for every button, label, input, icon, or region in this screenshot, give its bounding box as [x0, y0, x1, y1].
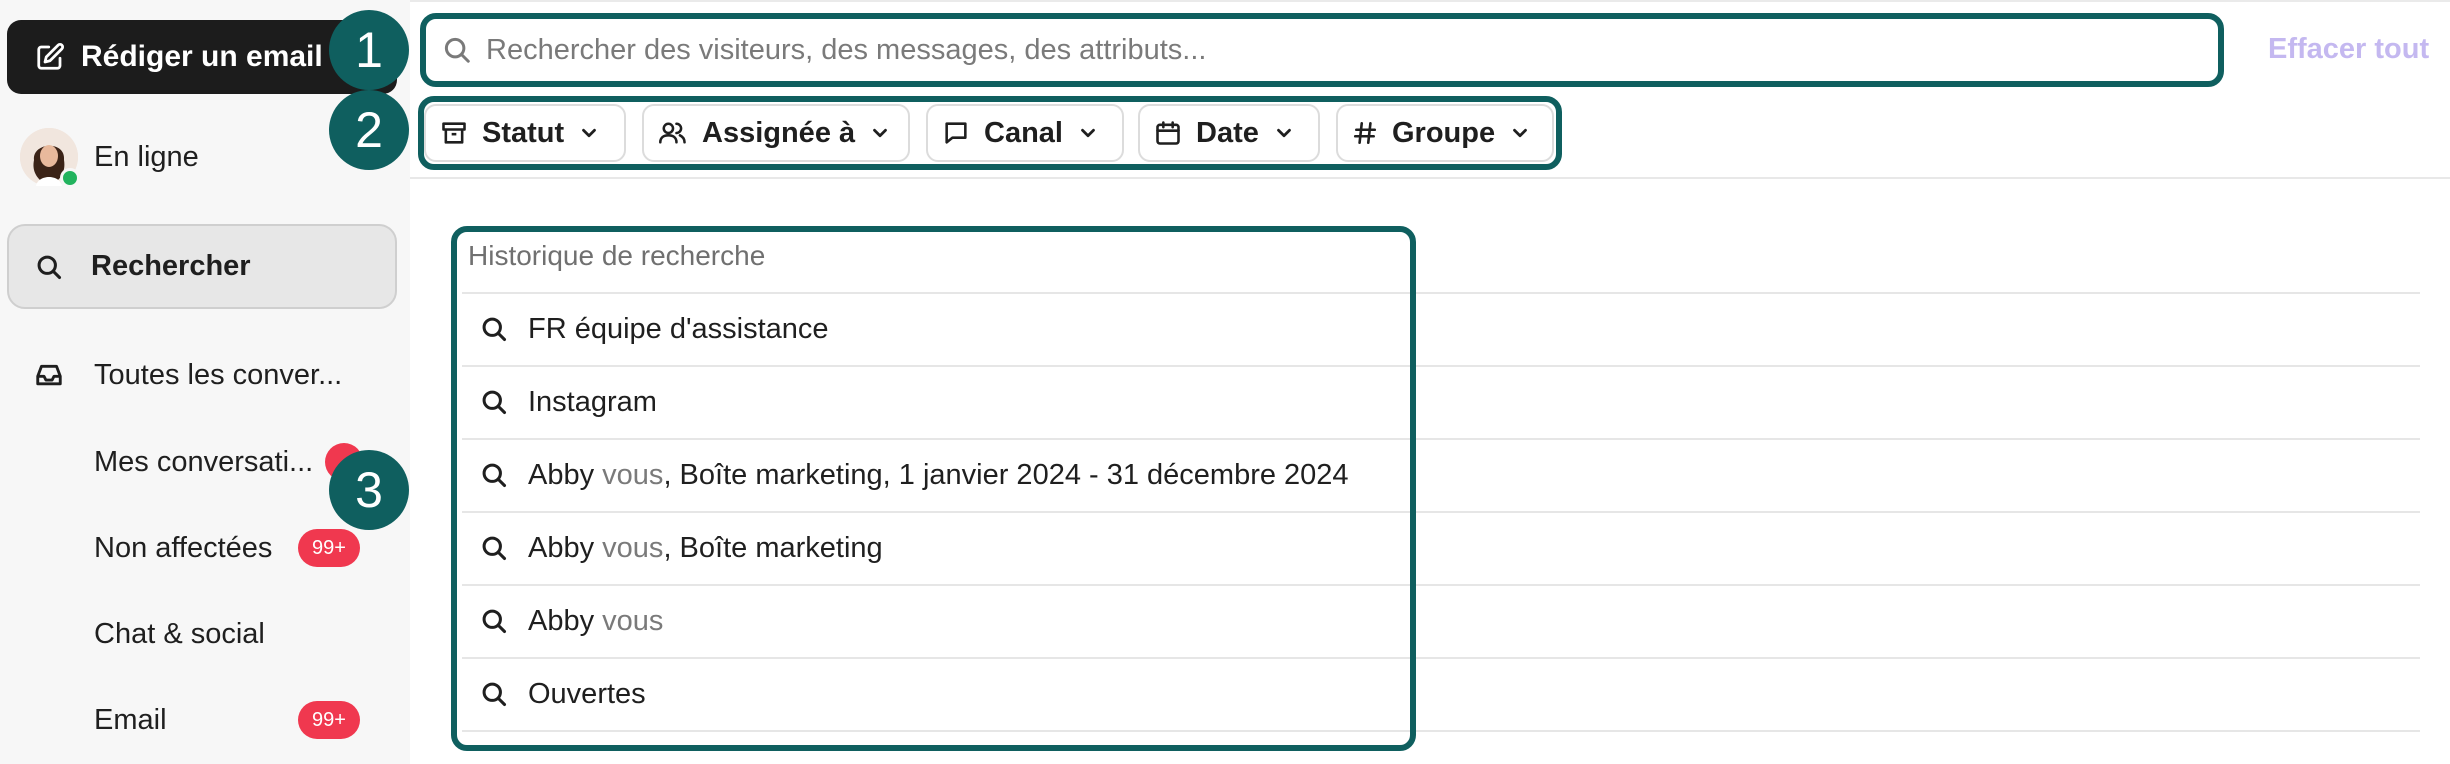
search-input[interactable] [484, 32, 2088, 68]
archive-icon [442, 122, 466, 144]
sidebar-item-all-conversations[interactable]: Toutes les conver... [0, 345, 410, 405]
header-divider [410, 177, 2450, 179]
presence-status[interactable]: En ligne [20, 128, 199, 188]
chevron-down-icon [1513, 128, 1527, 138]
chevron-down-icon [873, 128, 888, 138]
calendar-icon [1156, 121, 1180, 145]
sidebar-item-label: Chat & social [94, 617, 265, 650]
search-icon [444, 37, 470, 63]
filter-label: Statut [482, 116, 565, 149]
presence-label: En ligne [94, 140, 199, 173]
filter-label: Date [1196, 116, 1259, 149]
filter-label: Groupe [1392, 116, 1496, 149]
callout-marker-1: 1 [329, 10, 409, 90]
filter-channel-button[interactable]: Canal [926, 104, 1124, 162]
sidebar-item-label: Non affectées [94, 531, 273, 564]
clear-all-link[interactable]: Effacer tout [2268, 33, 2429, 66]
message-icon [945, 122, 967, 144]
filter-group-button[interactable]: Groupe [1336, 104, 1554, 162]
avatar [20, 128, 80, 188]
hash-icon [1353, 121, 1377, 145]
sidebar-item-label: Toutes les conver... [94, 358, 343, 391]
search-icon [37, 255, 62, 279]
compose-icon [37, 42, 65, 70]
callout-marker-3: 3 [329, 450, 409, 530]
top-divider [410, 0, 2450, 2]
filter-label: Canal [984, 116, 1063, 149]
chevron-down-icon [1081, 128, 1095, 138]
sidebar-item-label: Email [94, 703, 167, 736]
filter-label: Assignée à [702, 116, 856, 149]
filter-assignee-button[interactable]: Assignée à [642, 104, 910, 162]
unread-badge: 99+ [298, 701, 360, 739]
sidebar-item-email[interactable]: Email 99+ [0, 690, 410, 750]
sidebar-item-chat-social[interactable]: Chat & social [0, 604, 410, 664]
online-indicator [60, 168, 80, 188]
search-box[interactable] [420, 13, 2224, 87]
inbox-icon [36, 364, 62, 386]
sidebar-item-unassigned[interactable]: Non affectées 99+ [0, 518, 410, 578]
unread-badge: 99+ [298, 529, 360, 567]
filter-date-button[interactable]: Date [1138, 104, 1320, 162]
sidebar-item-search[interactable]: Rechercher [7, 224, 397, 309]
chevron-down-icon [582, 128, 597, 138]
chevron-down-icon [1276, 128, 1291, 138]
sidebar-item-search-label: Rechercher [91, 250, 251, 282]
compose-email-label: Rédiger un email [81, 40, 323, 73]
callout-marker-2: 2 [329, 90, 409, 170]
history-highlight [451, 226, 1416, 751]
sidebar-item-label: Mes conversati... [94, 445, 314, 478]
filter-status-button[interactable]: Statut [424, 104, 626, 162]
users-icon [659, 122, 686, 144]
